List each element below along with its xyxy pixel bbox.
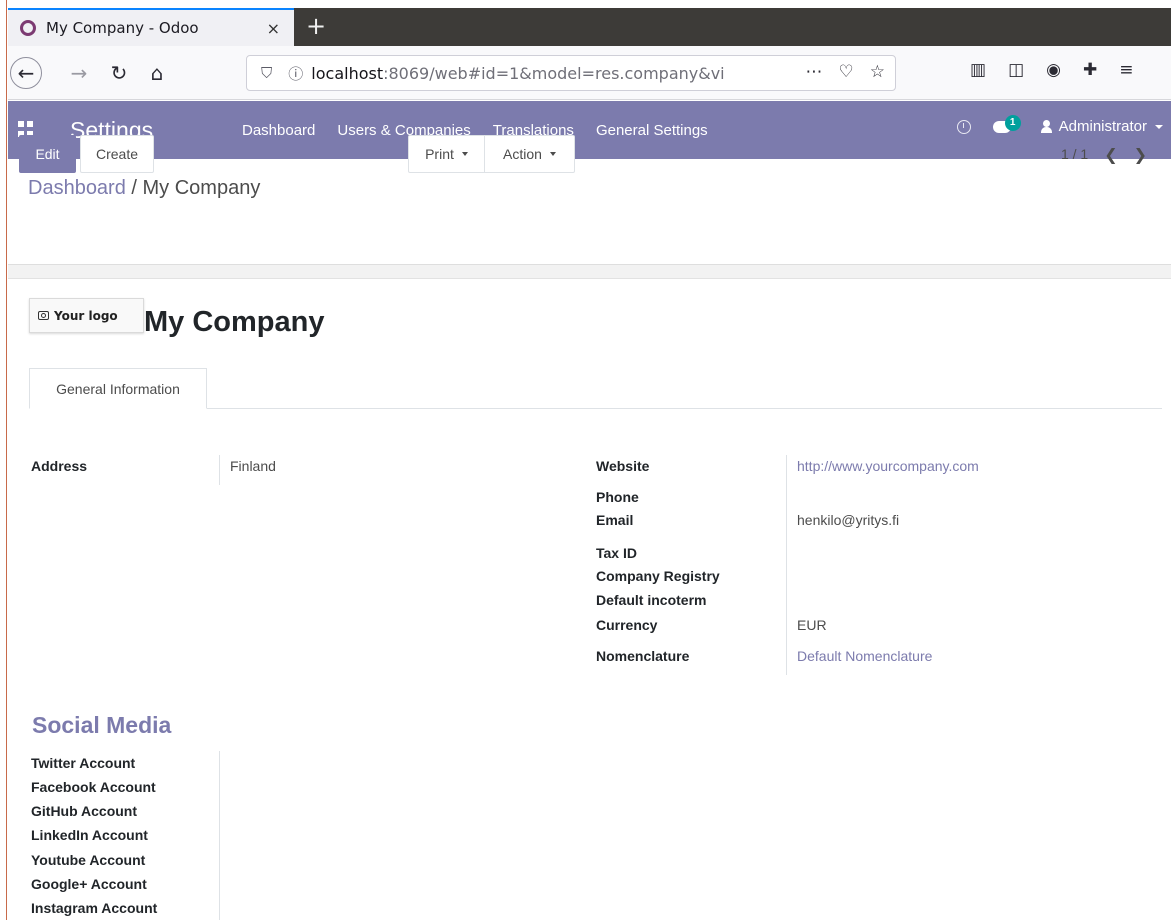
website-link[interactable]: http://www.yourcompany.com: [797, 458, 979, 474]
phone-label: Phone: [596, 489, 639, 505]
odoo-favicon-icon: [20, 20, 36, 36]
activity-clock-icon[interactable]: [956, 119, 971, 134]
email-value: henkilo@yritys.fi: [797, 512, 900, 528]
menu-general-settings[interactable]: General Settings: [596, 122, 708, 139]
reload-icon[interactable]: ↻: [104, 58, 134, 88]
odoo-main-navbar: Settings Dashboard Users & Companies Tra…: [8, 101, 1171, 159]
sidebar-icon[interactable]: ◫: [1008, 60, 1024, 80]
user-icon: [1040, 120, 1052, 133]
chevron-left-icon[interactable]: ❮: [1104, 145, 1117, 164]
control-panel: Dashboard / My Company: [8, 159, 1171, 265]
field-separator: [219, 751, 220, 920]
library-icon[interactable]: ▥: [970, 60, 986, 80]
back-arrow-icon[interactable]: ←: [10, 57, 42, 89]
new-tab-button[interactable]: +: [306, 12, 326, 40]
instagram-account-label: Instagram Account: [31, 900, 158, 916]
menu-dashboard[interactable]: Dashboard: [242, 122, 315, 139]
url-bar[interactable]: ⛉ ⓘ localhost:8069/web#id=1&model=res.co…: [246, 55, 896, 91]
form-tabs: General Information: [29, 368, 1162, 409]
breadcrumb: Dashboard / My Company: [28, 177, 261, 199]
browser-tab-bar: My Company - Odoo × +: [8, 8, 1171, 46]
menu-hamburger-icon[interactable]: ≡: [1119, 60, 1133, 80]
pocket-icon[interactable]: ♡: [839, 62, 854, 82]
linkedin-account-label: LinkedIn Account: [31, 827, 148, 843]
tracking-shield-icon[interactable]: ⛉: [261, 64, 272, 82]
extension-icon[interactable]: ✚: [1083, 60, 1097, 80]
page-actions-icon[interactable]: ⋯: [806, 62, 823, 82]
company-name-title: My Company: [144, 306, 325, 338]
messaging-icon[interactable]: 1: [992, 114, 1021, 133]
edit-button[interactable]: Edit: [19, 135, 76, 173]
youtube-account-label: Youtube Account: [31, 852, 146, 868]
user-caret-icon: [1155, 124, 1163, 129]
bookmark-star-icon[interactable]: ☆: [870, 62, 885, 82]
site-info-icon[interactable]: ⓘ: [288, 63, 303, 84]
field-separator: [786, 455, 787, 675]
logo-label: Your logo: [54, 308, 118, 323]
nomenclature-label: Nomenclature: [596, 648, 690, 664]
tab-general-information[interactable]: General Information: [29, 368, 207, 409]
chevron-right-icon[interactable]: ❯: [1134, 145, 1147, 164]
browser-nav-bar: ← → ↻ ⌂ ⛉ ⓘ localhost:8069/web#id=1&mode…: [8, 46, 1171, 100]
social-media-title: Social Media: [32, 712, 172, 738]
action-dropdown-button[interactable]: Action: [484, 135, 575, 173]
tax-id-label: Tax ID: [596, 545, 637, 561]
currency-value: EUR: [797, 617, 827, 633]
caret-down-icon: [461, 152, 468, 156]
caret-down-icon: [549, 152, 556, 156]
breadcrumb-dashboard-link[interactable]: Dashboard: [28, 177, 126, 199]
twitter-account-label: Twitter Account: [31, 755, 136, 771]
github-account-label: GitHub Account: [31, 803, 138, 819]
print-dropdown-button[interactable]: Print: [408, 135, 485, 173]
breadcrumb-current: My Company: [142, 177, 261, 199]
sheet-background: [8, 265, 1171, 279]
account-icon[interactable]: ◉: [1046, 60, 1061, 80]
camera-icon: [38, 311, 49, 320]
forward-arrow-icon[interactable]: →: [64, 58, 94, 88]
pager-value[interactable]: 1 / 1: [1061, 146, 1088, 162]
browser-tab-title: My Company - Odoo: [46, 19, 199, 37]
email-label: Email: [596, 512, 634, 528]
default-incoterm-label: Default incoterm: [596, 592, 707, 608]
window-frame-edge: [0, 0, 8, 920]
googleplus-account-label: Google+ Account: [31, 876, 147, 892]
logo-upload[interactable]: Your logo: [29, 298, 144, 333]
website-label: Website: [596, 458, 650, 474]
url-text[interactable]: localhost:8069/web#id=1&model=res.compan…: [311, 64, 751, 83]
pager: 1 / 1 ❮ ❯: [1061, 135, 1147, 173]
address-value: Finland: [230, 458, 276, 474]
chat-count-badge: 1: [1004, 114, 1021, 131]
systray: 1 Administrator: [956, 114, 1171, 135]
create-button[interactable]: Create: [80, 135, 154, 173]
currency-label: Currency: [596, 617, 658, 633]
address-label: Address: [31, 458, 88, 474]
facebook-account-label: Facebook Account: [31, 779, 156, 795]
company-registry-label: Company Registry: [596, 568, 720, 584]
nomenclature-link[interactable]: Default Nomenclature: [797, 648, 932, 664]
field-separator: [219, 455, 220, 485]
close-tab-icon[interactable]: ×: [267, 19, 280, 38]
home-icon[interactable]: ⌂: [142, 58, 172, 88]
user-menu[interactable]: Administrator: [1059, 118, 1147, 135]
browser-tab[interactable]: My Company - Odoo ×: [8, 8, 294, 46]
